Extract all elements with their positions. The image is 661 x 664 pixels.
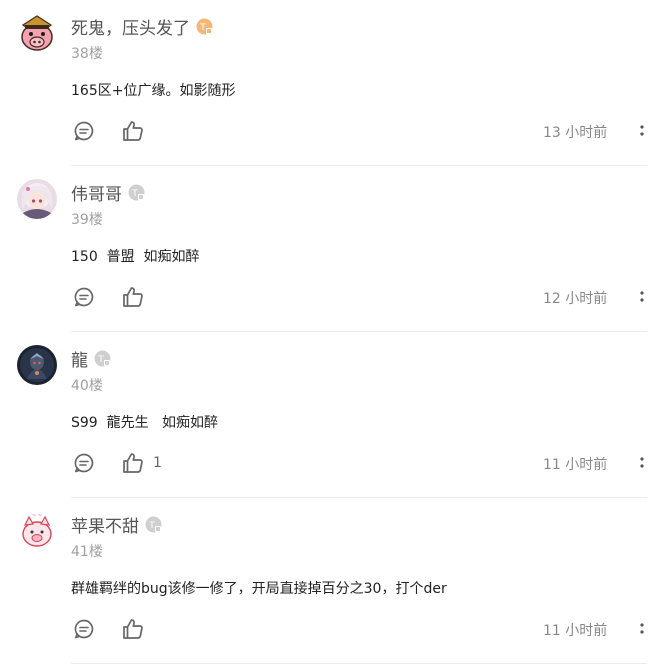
like-button[interactable] xyxy=(121,284,153,310)
badge-letter: T xyxy=(97,355,104,365)
timestamp: 11 小时前 xyxy=(543,623,608,639)
cartoon-pig-avatar[interactable]: ~ ~ xyxy=(17,511,57,551)
username-row: 龍 T xyxy=(71,346,111,371)
username[interactable]: 苹果不甜 xyxy=(71,512,139,537)
dark-knight-avatar[interactable] xyxy=(17,345,57,385)
comment-actions: 12 小时前 xyxy=(71,284,661,310)
username-row: 死鬼，压头发了 T xyxy=(71,14,213,39)
reply-button[interactable] xyxy=(73,616,95,642)
like-button[interactable] xyxy=(121,616,153,642)
comment-bubble-icon xyxy=(74,453,94,473)
username[interactable]: 伟哥哥 xyxy=(71,180,122,205)
thumbs-up-icon xyxy=(123,121,143,141)
comment-text: S99 龍先生 如痴如醉 xyxy=(71,415,218,431)
level-badge-icon: T xyxy=(145,516,162,533)
floor-number: 40楼 xyxy=(71,378,103,394)
comment-actions: 11 小时前 xyxy=(71,616,661,642)
like-count: 1 xyxy=(153,455,162,471)
svg-text:~ ~: ~ ~ xyxy=(32,513,42,519)
thumbs-up-icon xyxy=(123,619,143,639)
level-badge-icon: T xyxy=(196,18,213,35)
comment-item: 龍 T 40楼 S99 龍先生 如痴如醉 1 11 小时前 xyxy=(0,332,661,498)
level-badge-icon: T xyxy=(94,350,111,367)
comment-bubble-icon xyxy=(74,287,94,307)
more-options-button[interactable] xyxy=(637,288,647,306)
username[interactable]: 龍 xyxy=(71,346,88,371)
comment-bubble-icon xyxy=(74,121,94,141)
more-options-button[interactable] xyxy=(637,454,647,472)
username[interactable]: 死鬼，压头发了 xyxy=(71,14,190,39)
comment-text: 群雄羁绊的bug该修一修了，开局直接掉百分之30，打个der xyxy=(71,581,447,597)
timestamp: 13 小时前 xyxy=(543,125,608,141)
more-vertical-icon xyxy=(640,291,644,302)
more-options-button[interactable] xyxy=(637,122,647,140)
like-button[interactable]: 1 xyxy=(121,450,162,476)
timestamp: 11 小时前 xyxy=(543,457,608,473)
comment-item: ~ ~ 苹果不甜 T 41楼 群雄羁绊的bug该修一修了，开局直接掉百分之30，… xyxy=(0,498,661,664)
username-row: 伟哥哥 T xyxy=(71,180,145,205)
floor-number: 41楼 xyxy=(71,544,103,560)
anime-girl-avatar[interactable] xyxy=(17,179,57,219)
badge-letter: T xyxy=(199,23,206,33)
thumbs-up-icon xyxy=(123,287,143,307)
comment-actions: 13 小时前 xyxy=(71,118,661,144)
username-row: 苹果不甜 T xyxy=(71,512,162,537)
comment-item: 伟哥哥 T 39楼 150 普盟 如痴如醉 12 小时前 xyxy=(0,166,661,332)
badge-letter: T xyxy=(148,521,155,531)
like-button[interactable] xyxy=(121,118,153,144)
level-badge-icon: T xyxy=(128,184,145,201)
timestamp: 12 小时前 xyxy=(543,291,608,307)
more-vertical-icon xyxy=(640,623,644,634)
more-vertical-icon xyxy=(640,125,644,136)
floor-number: 39楼 xyxy=(71,212,103,228)
reply-button[interactable] xyxy=(73,284,95,310)
comment-bubble-icon xyxy=(74,619,94,639)
comment-actions: 1 11 小时前 xyxy=(71,450,661,476)
more-options-button[interactable] xyxy=(637,620,647,638)
pig-avatar[interactable] xyxy=(17,13,57,53)
comment-text: 150 普盟 如痴如醉 xyxy=(71,249,200,265)
badge-letter: T xyxy=(131,189,138,199)
comment-text: 165区+位广缘。如影随形 xyxy=(71,83,236,99)
reply-button[interactable] xyxy=(73,118,95,144)
reply-button[interactable] xyxy=(73,450,95,476)
comment-item: 死鬼，压头发了 T 38楼 165区+位广缘。如影随形 13 小时前 xyxy=(0,0,661,166)
thumbs-up-icon xyxy=(123,453,143,473)
floor-number: 38楼 xyxy=(71,46,103,62)
more-vertical-icon xyxy=(640,457,644,468)
